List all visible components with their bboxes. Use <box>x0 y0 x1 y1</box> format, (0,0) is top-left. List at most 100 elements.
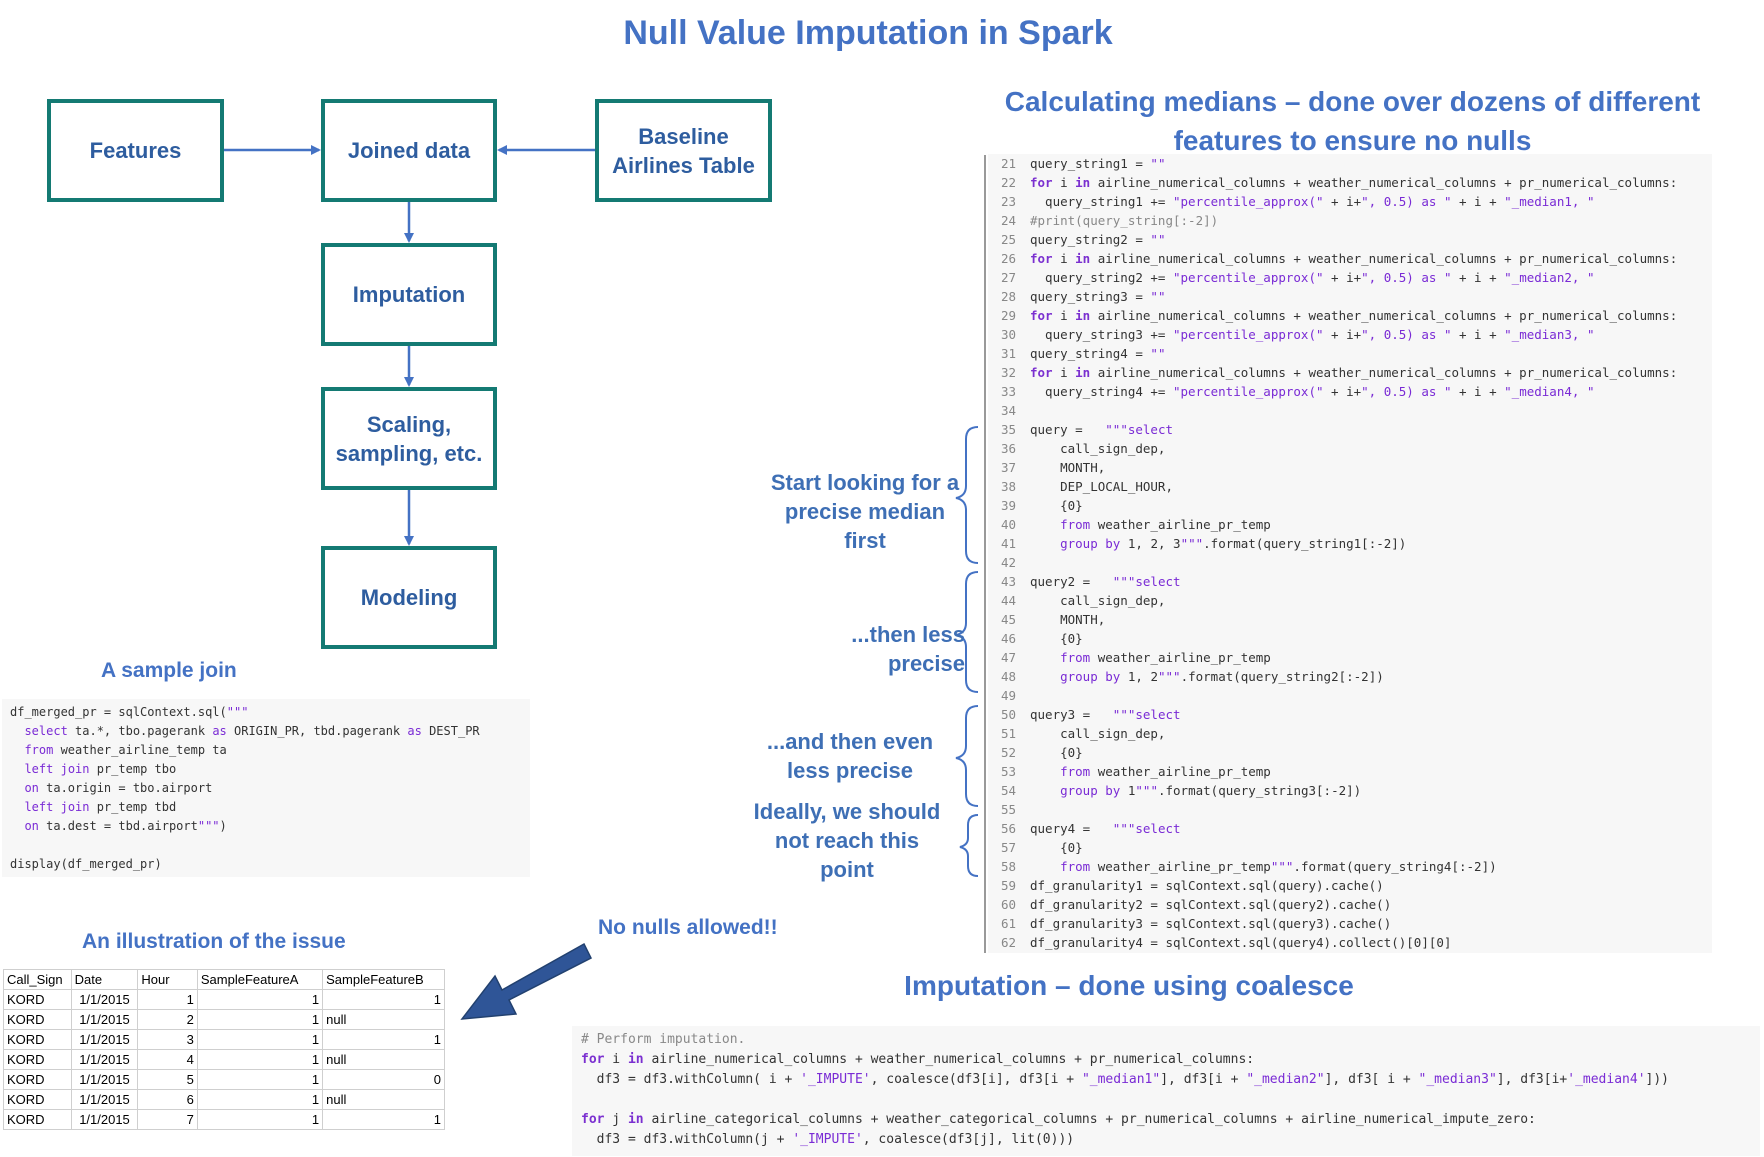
code-line: 24 #print(query_string[:-2]) <box>988 211 1712 230</box>
table-cell: 4 <box>137 1049 198 1070</box>
code-line: 37 MONTH, <box>988 458 1712 477</box>
code-text: query3 = """select <box>1030 707 1181 722</box>
note-even-less-line2: less precise <box>787 758 913 783</box>
code-text: for i in airline_numerical_columns + wea… <box>1030 251 1678 266</box>
note-ideally-line2: not reach this <box>774 828 920 853</box>
line-number: 47 <box>1000 650 1016 665</box>
table-cell: 1 <box>322 989 445 1010</box>
code-line: 30 query_string3 += "percentile_approx("… <box>988 325 1712 344</box>
table-cell: KORD <box>3 1029 72 1050</box>
note-even-less-line1: ...and then even <box>766 729 934 754</box>
line-number: 50 <box>1000 707 1016 722</box>
table-cell: 1/1/2015 <box>70 1069 139 1090</box>
line-number: 39 <box>1000 498 1016 513</box>
code-text: query_string2 += "percentile_approx(" + … <box>1030 270 1595 285</box>
code-text: for i in airline_numerical_columns + wea… <box>1030 365 1678 380</box>
code-line: 43 query2 = """select <box>988 572 1712 591</box>
table-row: KORD 1/1/2015 4 1 null <box>3 1049 445 1070</box>
code-line: for i in airline_numerical_columns + wea… <box>581 1052 1255 1067</box>
code-line: df_merged_pr = sqlContext.sql(""" <box>10 705 249 719</box>
code-line: on ta.dest = tbd.airport""") <box>24 819 227 833</box>
code-text: query_string1 = "" <box>1030 156 1166 171</box>
code-line: 21 query_string1 = "" <box>988 154 1712 173</box>
table-cell: 1 <box>196 1089 324 1110</box>
line-number: 42 <box>1000 555 1016 570</box>
code-line: 50 query3 = """select <box>988 705 1712 724</box>
code-text: query_string4 += "percentile_approx(" + … <box>1030 384 1595 399</box>
code-line: df3 = df3.withColumn(j + '_IMPUTE', coal… <box>581 1132 1075 1147</box>
table-row: KORD 1/1/2015 6 1 null <box>3 1089 445 1110</box>
code-line: select ta.*, tbo.pagerank as ORIGIN_PR, … <box>24 724 480 738</box>
line-number: 55 <box>1000 802 1016 817</box>
line-number: 31 <box>1000 346 1016 361</box>
medians-code: 21 query_string1 = "" 22 for i in airline_n… <box>988 154 1712 953</box>
table-header-cell: Call_Sign <box>3 969 72 990</box>
table-cell: KORD <box>3 989 72 1010</box>
table-cell: 7 <box>137 1109 198 1130</box>
note-ideally: Ideally, we should not reach this point <box>747 797 947 884</box>
code-line: 49 <box>988 686 1712 705</box>
table-cell: 6 <box>137 1089 198 1110</box>
code-text: {0} <box>1030 840 1083 855</box>
line-number: 53 <box>1000 764 1016 779</box>
note-ideally-line1: Ideally, we should <box>753 799 941 824</box>
line-number: 58 <box>1000 859 1016 874</box>
code-text: call_sign_dep, <box>1030 441 1166 456</box>
code-line: 23 query_string1 += "percentile_approx("… <box>988 192 1712 211</box>
code-text: query_string4 = "" <box>1030 346 1166 361</box>
code-line: 54 group by 1""".format(query_string3[:-… <box>988 781 1712 800</box>
table-row: KORD 1/1/2015 7 1 1 <box>3 1109 445 1130</box>
line-number: 21 <box>1000 156 1016 171</box>
note-even-less-precise: ...and then even less precise <box>755 727 945 785</box>
code-text: df_granularity2 = sqlContext.sql(query2)… <box>1030 897 1392 912</box>
code-text: MONTH, <box>1030 612 1106 627</box>
line-number: 28 <box>1000 289 1016 304</box>
code-text: query4 = """select <box>1030 821 1181 836</box>
code-line: 38 DEP_LOCAL_HOUR, <box>988 477 1712 496</box>
line-number: 38 <box>1000 479 1016 494</box>
line-number: 61 <box>1000 916 1016 931</box>
table-header-cell: SampleFeatureA <box>196 969 324 990</box>
table-cell: 0 <box>322 1069 445 1090</box>
code-line: 61 df_granularity3 = sqlContext.sql(query… <box>988 914 1712 933</box>
line-number: 62 <box>1000 935 1016 950</box>
sample-join-code: df_merged_pr = sqlContext.sql(""" select… <box>2 699 530 877</box>
code-line: 40 from weather_airline_pr_temp <box>988 515 1712 534</box>
table-cell: 1 <box>196 1069 324 1090</box>
code-text: MONTH, <box>1030 460 1106 475</box>
code-line: 58 from weather_airline_pr_temp""".forma… <box>988 857 1712 876</box>
code-text: query = """select <box>1030 422 1173 437</box>
line-number: 44 <box>1000 593 1016 608</box>
code-text: from weather_airline_pr_temp <box>1060 764 1271 779</box>
table-cell: 1 <box>322 1109 445 1130</box>
code-line: 42 <box>988 553 1712 572</box>
table-cell: 1/1/2015 <box>70 1049 139 1070</box>
code-text: call_sign_dep, <box>1030 593 1166 608</box>
code-line: 41 group by 1, 2, 3""".format(query_stri… <box>988 534 1712 553</box>
code-text: from weather_airline_pr_temp <box>1060 650 1271 665</box>
code-line: 25 query_string2 = "" <box>988 230 1712 249</box>
table-cell: 1 <box>196 989 324 1010</box>
code-text: df_granularity1 = sqlContext.sql(query).… <box>1030 878 1384 893</box>
note-less-precise-line1: ...then less precise <box>851 622 965 676</box>
table-cell: 2 <box>137 1009 198 1030</box>
code-line: from weather_airline_temp ta <box>24 743 227 757</box>
bracket-even-less <box>955 705 979 807</box>
code-line: 52 {0} <box>988 743 1712 762</box>
code-text: group by 1, 2""".format(query_string2[:-… <box>1060 669 1384 684</box>
line-number: 32 <box>1000 365 1016 380</box>
table-cell: null <box>322 1089 445 1110</box>
table-row: KORD 1/1/2015 1 1 1 <box>3 989 445 1010</box>
code-line: 53 from weather_airline_pr_temp <box>988 762 1712 781</box>
code-line: left join pr_temp tbo <box>24 762 177 776</box>
table-cell: 1/1/2015 <box>70 1089 139 1110</box>
code-line: for j in airline_categorical_columns + w… <box>581 1112 1536 1127</box>
code-text: #print(query_string[:-2]) <box>1030 213 1219 228</box>
code-line: df3 = df3.withColumn( i + '_IMPUTE', coa… <box>581 1072 1670 1087</box>
code-text: {0} <box>1030 498 1083 513</box>
code-text: query_string3 = "" <box>1030 289 1166 304</box>
note-less-precise: ...then less precise <box>770 620 965 678</box>
table-cell: 1/1/2015 <box>70 1009 139 1030</box>
